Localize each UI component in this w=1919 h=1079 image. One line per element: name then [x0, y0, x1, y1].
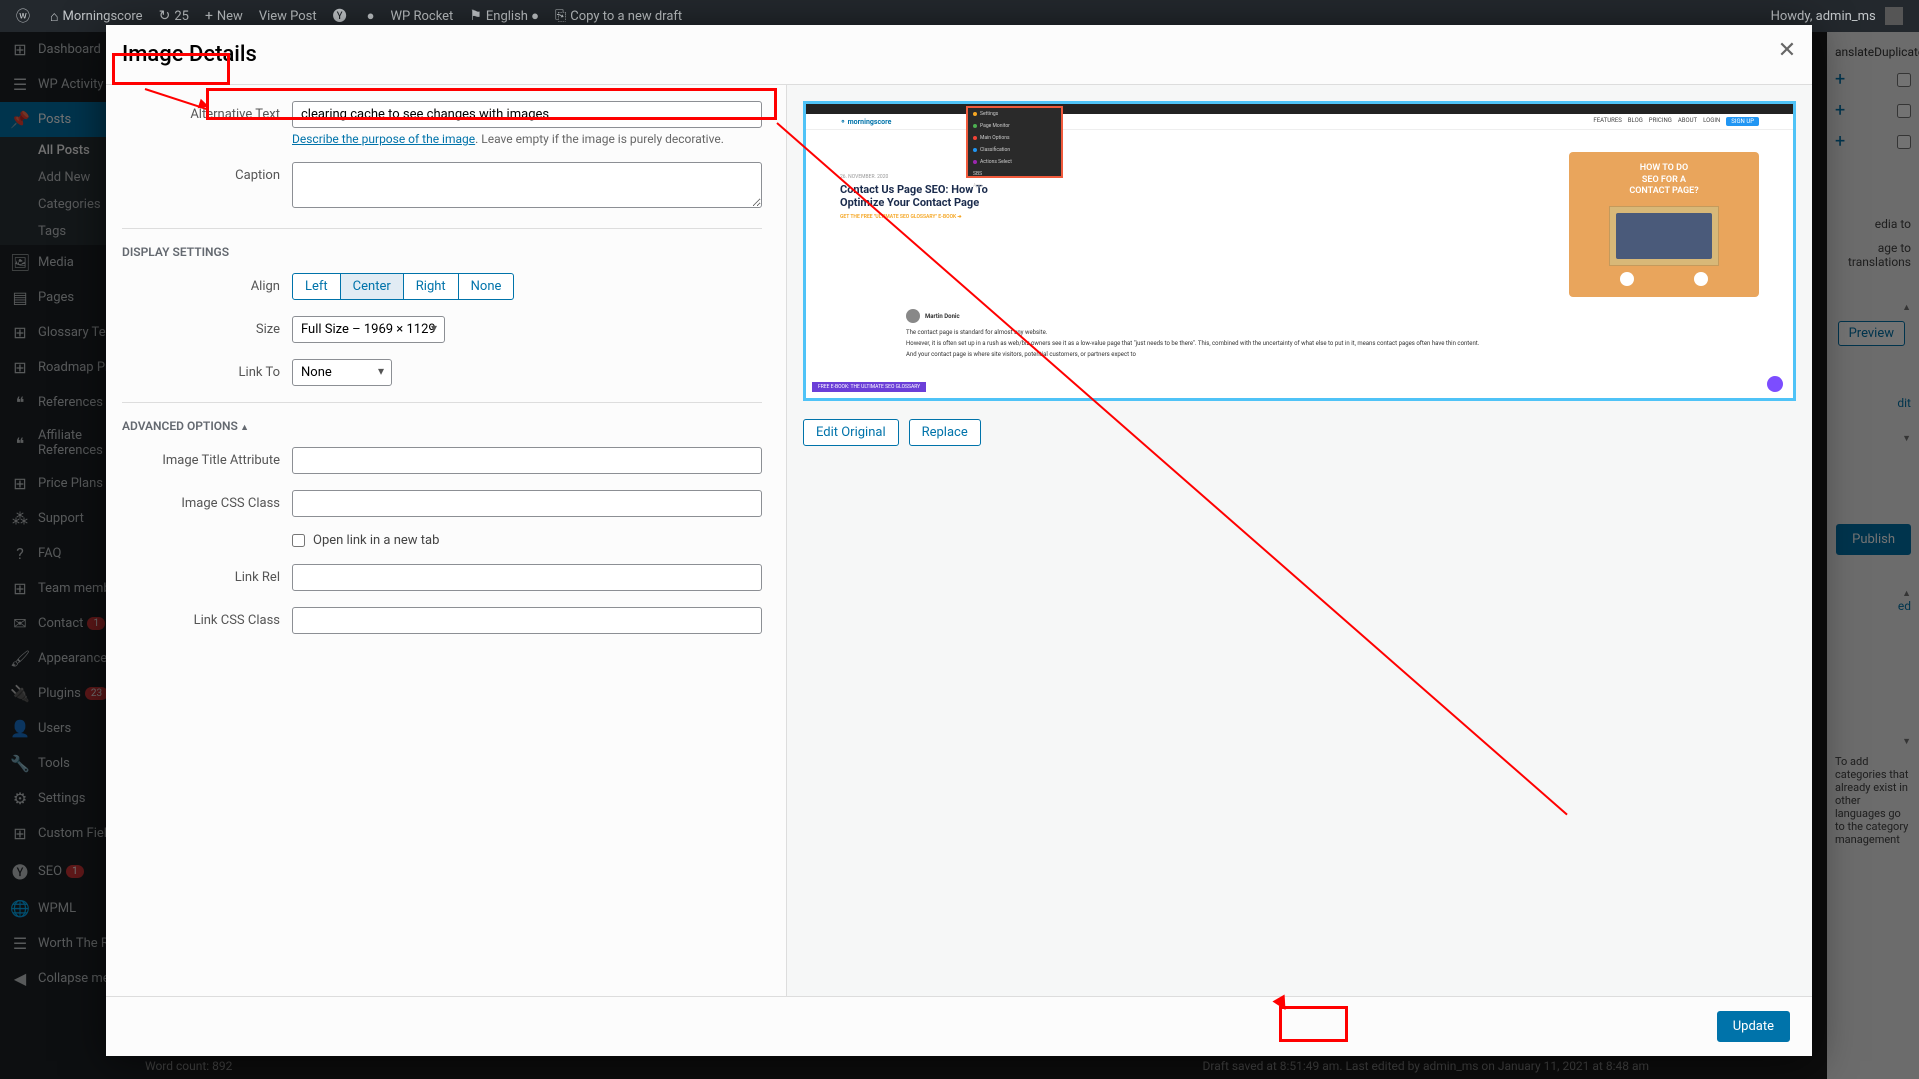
size-select[interactable]: Full Size – 1969 × 1129 [292, 316, 445, 343]
link-css-input[interactable] [292, 607, 762, 634]
title-attr-input[interactable] [292, 447, 762, 474]
advanced-options-heading[interactable]: Advanced Options [122, 419, 762, 433]
link-css-label: Link CSS Class [122, 607, 292, 628]
avatar-icon [1885, 7, 1903, 25]
open-new-tab[interactable]: Open link in a new tab [292, 533, 762, 548]
describe-link[interactable]: Describe the purpose of the image [292, 132, 475, 146]
edit-original-button[interactable]: Edit Original [803, 419, 899, 446]
preview-highlight: Settings Page Monitor Main Options Class… [966, 106, 1063, 178]
image-details-modal: Image Details ✕ Alternative Text Describ… [106, 25, 1812, 1056]
align-left-button[interactable]: Left [292, 273, 341, 300]
align-none-button[interactable]: None [458, 273, 515, 300]
image-preview: ⚬ morningscore FEATURES BLOG PRICING ABO… [803, 101, 1796, 401]
size-label: Size [122, 316, 292, 337]
css-class-input[interactable] [292, 490, 762, 517]
open-new-tab-checkbox[interactable] [292, 534, 305, 547]
css-class-label: Image CSS Class [122, 490, 292, 511]
display-settings-heading: Display Settings [122, 245, 762, 259]
modal-title: Image Details [122, 42, 257, 67]
title-attr-label: Image Title Attribute [122, 447, 292, 468]
linkto-label: Link To [122, 359, 292, 380]
align-group: Left Center Right None [292, 273, 514, 300]
close-icon: ✕ [1778, 38, 1796, 63]
flag-icon: ⚑ [469, 8, 482, 24]
replace-button[interactable]: Replace [909, 419, 981, 446]
linkto-select[interactable]: None [292, 359, 392, 386]
update-button[interactable]: Update [1717, 1011, 1790, 1042]
alt-help: Describe the purpose of the image. Leave… [292, 132, 762, 146]
wordpress-icon: ⓦ [16, 6, 30, 26]
home-icon: ⌂ [50, 8, 58, 25]
align-right-button[interactable]: Right [403, 273, 459, 300]
preview-logo: ⚬ morningscore [840, 118, 891, 126]
refresh-icon: ↻ [159, 8, 171, 24]
caption-label: Caption [122, 162, 292, 183]
plus-icon: + [205, 8, 213, 24]
align-center-button[interactable]: Center [340, 273, 404, 300]
copy-icon: ⎘ [555, 8, 566, 24]
align-label: Align [122, 273, 292, 294]
close-button[interactable]: ✕ [1762, 25, 1812, 75]
link-rel-input[interactable] [292, 564, 762, 591]
link-rel-label: Link Rel [122, 564, 292, 585]
caption-input[interactable] [292, 162, 762, 208]
alt-text-input[interactable] [292, 101, 762, 128]
wp-logo[interactable]: ⓦ [8, 0, 42, 32]
